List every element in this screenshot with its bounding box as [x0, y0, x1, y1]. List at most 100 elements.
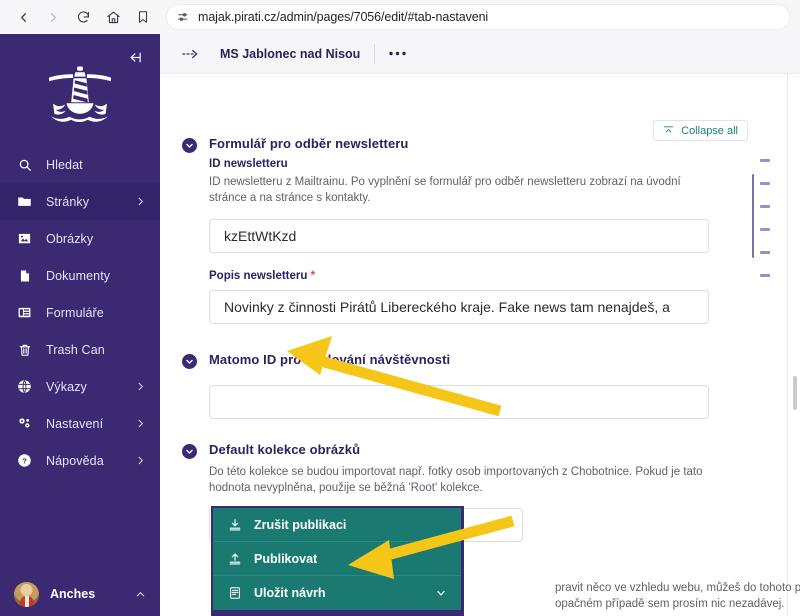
- newsletter-description-input[interactable]: Novinky z činnosti Pirátů Libereckého kr…: [209, 290, 709, 324]
- minimap-dash[interactable]: [760, 251, 770, 254]
- field-label-popis: Popis newsletteru *: [209, 270, 727, 282]
- sidebar-item-label: Formuláře: [46, 305, 104, 320]
- panel-divider: [787, 74, 788, 616]
- screen: majak.pirati.cz/admin/pages/7056/edit/#t…: [0, 0, 800, 616]
- avatar: [14, 581, 39, 607]
- sidebar-item-nastaveni[interactable]: Nastavení: [0, 405, 160, 442]
- scrollbar-thumb[interactable]: [793, 376, 797, 410]
- minimap-dash[interactable]: [760, 205, 770, 208]
- bottom-help-text: pravit něco ve vzhledu webu, můžeš do to…: [555, 582, 800, 610]
- sidebar-item-label: Nápověda: [46, 453, 104, 468]
- scrollbar[interactable]: [792, 74, 798, 616]
- sidebar-item-napoveda[interactable]: ? Nápověda: [0, 442, 160, 479]
- chevron-right-icon: [135, 418, 146, 429]
- collapse-sidebar-icon[interactable]: [124, 46, 146, 68]
- page-settings-icon[interactable]: [177, 11, 190, 24]
- section-title: Matomo ID pro sledování návštěvnosti: [209, 352, 451, 367]
- gear-icon: [16, 415, 33, 432]
- chevron-down-circle-icon[interactable]: [182, 444, 197, 459]
- chevron-down-icon[interactable]: [435, 587, 447, 599]
- matomo-input[interactable]: [209, 385, 709, 419]
- form-icon: [16, 304, 33, 321]
- sidebar-item-label: Dokumenty: [46, 268, 111, 283]
- sidebar-item-formulare[interactable]: Formuláře: [0, 294, 160, 331]
- page-title: MS Jablonec nad Nisou: [220, 46, 361, 61]
- address-bar[interactable]: majak.pirati.cz/admin/pages/7056/edit/#t…: [166, 4, 790, 30]
- minimap-position-indicator[interactable]: [752, 174, 754, 258]
- dashed-arrow-right-icon[interactable]: [182, 47, 202, 61]
- field-label-popis-text: Popis newsletteru: [209, 270, 308, 282]
- browser-toolbar: majak.pirati.cz/admin/pages/7056/edit/#t…: [0, 0, 800, 35]
- section-title: Default kolekce obrázků: [209, 442, 361, 457]
- globe-icon: [16, 378, 33, 395]
- unpublish-icon: [227, 517, 243, 533]
- chevron-down-circle-icon[interactable]: [182, 138, 197, 153]
- folder-icon: [16, 193, 33, 210]
- chevron-down-circle-icon[interactable]: [182, 354, 197, 369]
- help-icon: ?: [16, 452, 33, 469]
- sidebar-menu: Hledat Stránky Obrázky Dokumenty Formulá…: [0, 146, 160, 479]
- sidebar-item-stranky[interactable]: Stránky: [0, 183, 160, 220]
- reload-icon[interactable]: [68, 2, 98, 32]
- publish-menu-item-label: Uložit návrh: [254, 586, 326, 600]
- sidebar-item-label: Nastavení: [46, 416, 104, 431]
- save-draft-icon: [227, 585, 243, 601]
- sidebar-item-dokumenty[interactable]: Dokumenty: [0, 257, 160, 294]
- forward-icon[interactable]: [38, 2, 68, 32]
- newsletter-id-input[interactable]: kzEttWtKzd: [209, 219, 709, 253]
- section-header[interactable]: Matomo ID pro sledování návštěvnosti: [182, 352, 727, 369]
- sidebar-item-hledat[interactable]: Hledat: [0, 146, 160, 183]
- sidebar-item-obrazky[interactable]: Obrázky: [0, 220, 160, 257]
- user-name: Anches: [50, 587, 96, 601]
- required-marker: *: [310, 270, 316, 282]
- section-newsletter: Formulář pro odběr newsletteru ID newsle…: [182, 136, 727, 324]
- trash-icon: [16, 341, 33, 358]
- section-title: Formulář pro odběr newsletteru: [209, 136, 409, 151]
- publish-menu-item-label: Publikovat: [254, 551, 318, 566]
- sidebar-user[interactable]: Anches: [0, 572, 160, 616]
- section-minimap[interactable]: [752, 74, 778, 616]
- publish-menu-item-ulozit-navrh[interactable]: Uložit návrh: [213, 576, 461, 610]
- field-group-newsletter-id: ID newsletteru ID newsletteru z Mailtrai…: [209, 158, 727, 324]
- field-help-text: Do této kolekce se budou importovat např…: [209, 466, 703, 494]
- bookmark-icon[interactable]: [128, 2, 158, 32]
- publish-menu-item-publikovat[interactable]: Publikovat: [213, 542, 461, 576]
- ellipsis-icon[interactable]: [389, 51, 407, 56]
- collapse-all-label: Collapse all: [681, 124, 738, 137]
- back-icon[interactable]: [8, 2, 38, 32]
- sidebar-item-label: Obrázky: [46, 231, 94, 246]
- search-icon: [16, 156, 33, 173]
- home-icon[interactable]: [98, 2, 128, 32]
- minimap-dash[interactable]: [760, 159, 770, 162]
- publish-menu-item-label: Zrušit publikaci: [254, 517, 347, 532]
- minimap-dash[interactable]: [760, 182, 770, 185]
- sidebar-item-vykazy[interactable]: Výkazy: [0, 368, 160, 405]
- sidebar-item-label: Výkazy: [46, 379, 87, 394]
- publish-dropdown-menu: Zrušit publikaci Publikovat Uložit návrh: [213, 508, 461, 610]
- section-header[interactable]: Default kolekce obrázků: [182, 442, 727, 459]
- field-help-text: ID newsletteru z Mailtrainu. Po vyplnění…: [209, 176, 681, 204]
- chevron-right-icon: [135, 381, 146, 392]
- sidebar: Hledat Stránky Obrázky Dokumenty Formulá…: [0, 34, 160, 616]
- sidebar-item-label: Trash Can: [46, 342, 105, 357]
- minimap-dash[interactable]: [760, 228, 770, 231]
- minimap-dash[interactable]: [760, 274, 770, 277]
- chevron-up-icon[interactable]: [135, 589, 146, 600]
- svg-text:?: ?: [22, 456, 27, 465]
- publish-icon: [227, 551, 243, 567]
- document-icon: [16, 267, 33, 284]
- sidebar-item-trash-can[interactable]: Trash Can: [0, 331, 160, 368]
- divider: [374, 43, 376, 64]
- chevron-down-icon: [497, 519, 510, 532]
- chevron-right-icon: [135, 196, 146, 207]
- sidebar-item-label: Hledat: [46, 157, 83, 172]
- field-label: ID newsletteru: [209, 158, 288, 170]
- section-matomo: Matomo ID pro sledování návštěvnosti: [182, 352, 727, 419]
- publish-menu-item-zrusit-publikaci[interactable]: Zrušit publikaci: [213, 508, 461, 542]
- image-icon: [16, 230, 33, 247]
- breadcrumb: MS Jablonec nad Nisou: [160, 34, 800, 74]
- collapse-all-icon: [663, 125, 674, 136]
- url-text: majak.pirati.cz/admin/pages/7056/edit/#t…: [198, 10, 489, 24]
- section-header[interactable]: Formulář pro odběr newsletteru: [182, 136, 727, 153]
- sidebar-item-label: Stránky: [46, 194, 90, 209]
